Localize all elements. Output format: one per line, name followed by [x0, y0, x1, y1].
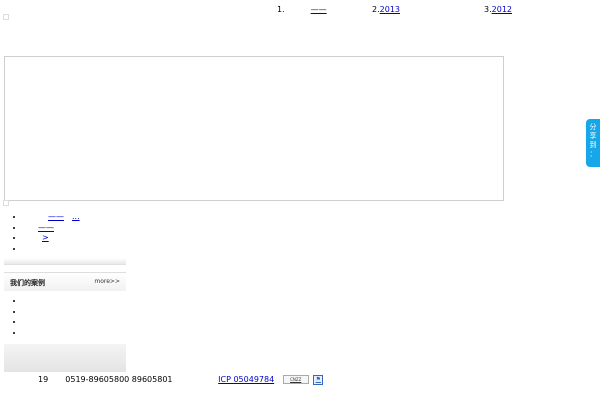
list-item: ——... — [24, 212, 80, 223]
list-link[interactable]: —— — [24, 223, 68, 233]
ticker-item: 3.2012 — [484, 5, 536, 15]
ticker-link[interactable]: —— — [285, 5, 349, 15]
footer-badges: CNZZ ⚑ — [282, 375, 324, 385]
list-link[interactable] — [24, 244, 50, 254]
case-panel-header: 我们的案例 more>> — [4, 272, 126, 291]
embedded-content-frame[interactable] — [4, 56, 504, 201]
share-tab-char: 到 — [589, 141, 597, 149]
case-link[interactable] — [24, 328, 52, 338]
share-tab-char: ： — [589, 150, 597, 158]
ticker-item: 1. —— — [277, 5, 349, 15]
more-link[interactable]: more>> — [94, 278, 120, 285]
site-footer: 19 0519-89605800 89605801 ICP 05049784 C… — [38, 375, 324, 385]
news-ticker: 1. —— 2.2013 3.2012 — [0, 5, 600, 17]
divider-strip — [4, 258, 126, 265]
list-item — [24, 307, 52, 318]
list-item: —— — [24, 223, 80, 234]
list-item: > — [24, 233, 80, 244]
ticker-number: 3. — [484, 5, 492, 14]
list-link[interactable]: > — [24, 233, 61, 243]
share-tab-char: 享 — [589, 132, 597, 140]
list-link[interactable]: ——... — [24, 212, 80, 222]
stats-badge-icon[interactable]: CNZZ — [282, 375, 309, 384]
ticker-link[interactable]: 2013 — [380, 5, 460, 15]
case-link-list — [10, 296, 52, 338]
link-list: ——... —— > — [10, 212, 80, 254]
icp-link[interactable]: ICP 05049784 — [218, 375, 274, 385]
footer-phone: 0519-89605800 89605801 — [65, 375, 173, 384]
list-item — [24, 317, 52, 328]
case-link[interactable] — [24, 317, 50, 327]
ticker-number: 2. — [372, 5, 380, 14]
ticker-link[interactable]: 2012 — [492, 5, 536, 15]
share-sidebar-tab[interactable]: 分 享 到 ： — [586, 119, 600, 167]
police-badge-icon[interactable]: ⚑ — [313, 375, 324, 385]
ticker-number: 1. — [277, 5, 285, 14]
list-item — [24, 296, 52, 307]
case-panel-title: 我们的案例 — [10, 279, 45, 287]
share-tab-char: 分 — [589, 123, 597, 131]
broken-image-marker — [3, 14, 9, 20]
case-link[interactable] — [24, 296, 48, 306]
ticker-item: 2.2013 — [372, 5, 460, 15]
broken-image-marker — [3, 200, 9, 206]
footer-year: 19 — [38, 375, 49, 384]
list-item — [24, 328, 52, 339]
list-item — [24, 244, 80, 255]
case-link[interactable] — [24, 307, 48, 317]
panel-footer-strip — [4, 344, 126, 372]
